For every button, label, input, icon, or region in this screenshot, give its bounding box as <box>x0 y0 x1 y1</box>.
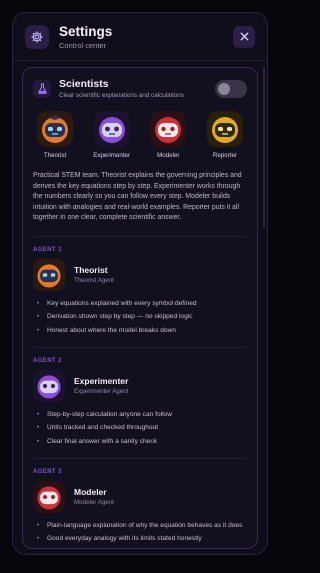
panel-header: Settings Control center <box>13 13 267 61</box>
agent-name: Experimenter <box>74 376 129 387</box>
avatar-label: Reporter <box>212 152 237 159</box>
team-enable-toggle[interactable] <box>215 79 247 98</box>
close-button[interactable] <box>233 25 255 48</box>
team-avatars: Theorist Experimenter Modeler Reporter <box>33 111 247 159</box>
gear-icon <box>25 24 49 49</box>
settings-scroll-area[interactable]: Scientists Clear scientific explanations… <box>13 61 267 554</box>
agent-bullets: Key equations explained with every symbo… <box>33 299 247 335</box>
agent-header: Experimenter Experimenter Agent <box>33 369 247 402</box>
team-title: Scientists <box>59 78 109 90</box>
page-title: Settings <box>59 23 113 39</box>
close-icon <box>239 32 249 41</box>
theorist-robot-icon <box>37 111 73 147</box>
agent-name: Theorist <box>74 265 108 276</box>
bullet-item: Step-by-step calculation anyone can foll… <box>37 410 247 419</box>
team-subtitle: Clear scientific explanations and calcul… <box>59 92 184 99</box>
bullet-item: Clear final answer with a sanity check <box>37 437 247 446</box>
bullet-item: Good everyday analogy with its limits st… <box>37 534 247 543</box>
agent-tag: AGENT 1 <box>33 246 62 253</box>
team-description: Practical STEM team. Theorist explains t… <box>33 172 242 222</box>
flask-icon <box>33 79 51 98</box>
agent-header: Modeler Modeler Agent <box>33 480 247 513</box>
avatar-label: Modeler <box>157 152 180 159</box>
agent-header: Theorist Theorist Agent <box>33 258 247 291</box>
avatar-experimenter[interactable]: Experimenter <box>90 111 134 159</box>
theorist-robot-icon <box>33 258 65 291</box>
agent-tag: AGENT 2 <box>33 357 62 364</box>
bullet-item: Plain-language explanation of why the eq… <box>37 521 247 530</box>
modeler-robot-icon <box>150 111 187 147</box>
page-subtitle: Control center <box>59 40 107 50</box>
toggle-knob <box>218 82 230 95</box>
avatar-reporter[interactable]: Reporter <box>203 111 247 159</box>
agent-role: Modeler Agent <box>74 499 114 507</box>
agent-bullets: Plain-language explanation of why the eq… <box>33 521 247 544</box>
header-title-block: Settings Control center <box>59 24 112 50</box>
bullet-item: Honest about where the model breaks down <box>37 326 247 335</box>
agent-section-theorist: AGENT 1 Theorist Theorist Agent • Key eq… <box>33 235 247 335</box>
agent-role: Experimenter Agent <box>74 388 129 396</box>
agent-tag: AGENT 3 <box>33 468 62 475</box>
bullet-item: Units tracked and checked throughout <box>37 423 247 432</box>
team-card: Scientists Clear scientific explanations… <box>22 67 258 549</box>
agent-role: Theorist Agent <box>74 277 114 285</box>
agent-name: Modeler <box>74 487 107 498</box>
avatar-label: Experimenter <box>93 152 131 159</box>
avatar-modeler[interactable]: Modeler <box>146 111 190 159</box>
agent-bullets: Step-by-step calculation anyone can foll… <box>33 410 247 446</box>
team-card-header: Scientists Clear scientific explanations… <box>33 78 247 99</box>
avatar-label: Theorist <box>43 152 67 159</box>
modeler-robot-icon <box>33 480 65 513</box>
agent-section-modeler: AGENT 3 Modeler Modeler Agent • Plain-la… <box>33 457 247 544</box>
settings-panel: Settings Control center Scientists Clear… <box>12 12 268 555</box>
bullet-item: Derivation shown step by step — no skipp… <box>37 312 247 321</box>
reporter-robot-icon <box>206 111 243 147</box>
experimenter-robot-icon <box>33 369 65 402</box>
avatar-theorist[interactable]: Theorist <box>33 111 77 159</box>
agent-section-experimenter: AGENT 2 Experimenter Experimenter Agent … <box>33 346 247 446</box>
bullet-item: Key equations explained with every symbo… <box>37 299 247 308</box>
experimenter-robot-icon <box>93 111 130 147</box>
